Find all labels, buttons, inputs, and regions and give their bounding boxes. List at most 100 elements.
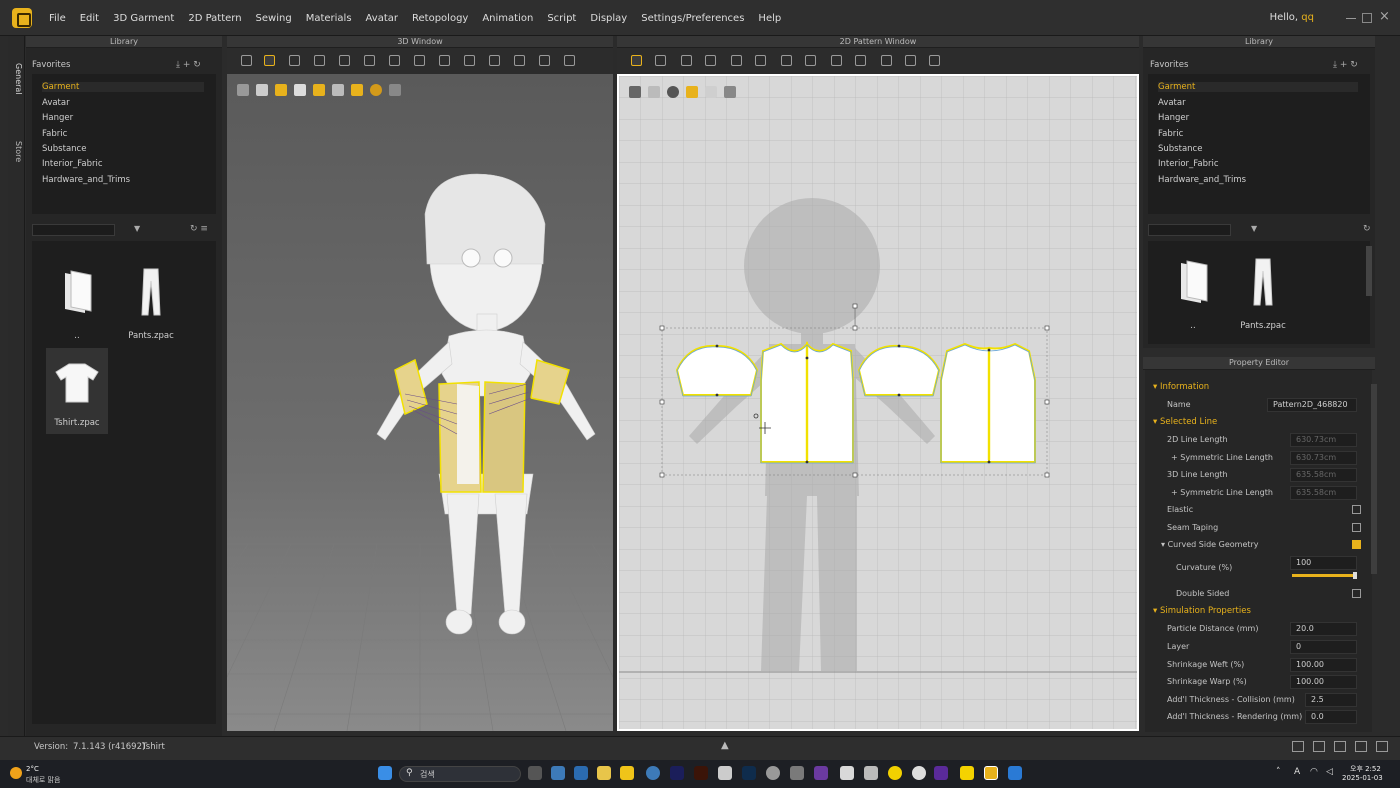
tool-icon[interactable] bbox=[489, 55, 500, 66]
tray-expand-icon[interactable]: ˄ bbox=[1276, 767, 1281, 777]
menu-sewing[interactable]: Sewing bbox=[249, 13, 299, 24]
curved-toggle[interactable]: ▾ Curved Side Geometry bbox=[1161, 540, 1259, 549]
layout-single-icon[interactable] bbox=[1292, 741, 1304, 752]
minimize-icon[interactable] bbox=[1346, 18, 1356, 19]
layout-custom-icon[interactable] bbox=[1376, 741, 1388, 752]
file-item-parent[interactable]: .. bbox=[1162, 251, 1224, 337]
file-item-parent[interactable]: .. bbox=[46, 261, 108, 347]
refresh-icon[interactable]: ↻ bbox=[1363, 224, 1371, 234]
skin-icon[interactable] bbox=[351, 84, 363, 96]
export-icon[interactable] bbox=[724, 86, 736, 98]
weather-icon[interactable] bbox=[10, 767, 22, 779]
curvature-field[interactable]: 100 bbox=[1290, 556, 1357, 570]
file-browser-scrollbar[interactable] bbox=[1366, 246, 1372, 296]
pattern-tool-icon[interactable] bbox=[781, 55, 792, 66]
pattern-tool-icon[interactable] bbox=[831, 55, 842, 66]
layout-split-icon[interactable] bbox=[1313, 741, 1325, 752]
tree-item-hardware-trims[interactable]: Hardware_and_Trims bbox=[42, 175, 130, 185]
elastic-checkbox[interactable] bbox=[1352, 505, 1361, 514]
app-icon[interactable] bbox=[840, 766, 854, 780]
clock-date[interactable]: 2025-01-03 bbox=[1342, 774, 1383, 782]
tool-icon[interactable] bbox=[314, 55, 325, 66]
app-icon[interactable] bbox=[888, 766, 902, 780]
view-icon[interactable] bbox=[237, 84, 249, 96]
section-information[interactable]: ▾ Information bbox=[1153, 382, 1209, 392]
app-icon[interactable] bbox=[864, 766, 878, 780]
tool-icon[interactable] bbox=[439, 55, 450, 66]
tab-general[interactable]: General bbox=[10, 54, 23, 104]
pattern-tool-icon[interactable] bbox=[705, 55, 716, 66]
pattern-tool-icon[interactable] bbox=[905, 55, 916, 66]
thickness-collision-field[interactable]: 2.5 bbox=[1305, 693, 1357, 707]
ruler-icon[interactable] bbox=[629, 86, 641, 98]
photoshop-icon[interactable] bbox=[742, 766, 756, 780]
taskbar-search[interactable]: ⚲ 검색 bbox=[399, 766, 521, 782]
favorites-actions-icon[interactable]: ⤓ + ↻ bbox=[1333, 60, 1358, 70]
lighting-icon[interactable] bbox=[332, 84, 344, 96]
menu-avatar[interactable]: Avatar bbox=[359, 13, 405, 24]
app-icon[interactable] bbox=[1008, 766, 1022, 780]
layer-field[interactable]: 0 bbox=[1290, 640, 1357, 654]
grain-icon[interactable] bbox=[667, 86, 679, 98]
seam-taping-checkbox[interactable] bbox=[1352, 523, 1361, 532]
tool-icon[interactable] bbox=[364, 55, 375, 66]
menu-edit[interactable]: Edit bbox=[73, 13, 106, 24]
tool-icon[interactable] bbox=[339, 55, 350, 66]
menu-display[interactable]: Display bbox=[583, 13, 634, 24]
expand-up-icon[interactable]: ▲ bbox=[721, 740, 729, 751]
curvature-slider-handle[interactable] bbox=[1353, 572, 1357, 579]
clo-logo-icon[interactable] bbox=[12, 8, 32, 28]
pattern-tool-icon[interactable] bbox=[731, 55, 742, 66]
thickness-rendering-field[interactable]: 0.0 bbox=[1305, 710, 1357, 724]
transform-icon[interactable] bbox=[264, 55, 275, 66]
window2d-canvas[interactable] bbox=[617, 74, 1139, 731]
section-selected-line[interactable]: ▾ Selected Line bbox=[1153, 417, 1217, 427]
chevron-down-icon[interactable]: ▼ bbox=[134, 224, 140, 233]
chevron-down-icon[interactable]: ▼ bbox=[1251, 224, 1257, 233]
tree-item-hanger[interactable]: Hanger bbox=[42, 113, 73, 123]
tree-item-garment[interactable]: Garment bbox=[1158, 82, 1358, 92]
illustrator-icon[interactable] bbox=[694, 766, 708, 780]
menu-3d-garment[interactable]: 3D Garment bbox=[106, 13, 181, 24]
tree-item-interior-fabric[interactable]: Interior_Fabric bbox=[42, 159, 103, 169]
menu-retopology[interactable]: Retopology bbox=[405, 13, 475, 24]
menu-materials[interactable]: Materials bbox=[299, 13, 359, 24]
app-icon[interactable] bbox=[766, 766, 780, 780]
particle-distance-field[interactable]: 20.0 bbox=[1290, 622, 1357, 636]
volume-icon[interactable]: ◁ bbox=[1326, 767, 1333, 777]
name-field[interactable]: Pattern2D_468820 bbox=[1267, 398, 1357, 412]
clock-time[interactable]: 오후 2:52 bbox=[1350, 764, 1381, 774]
tree-item-interior-fabric[interactable]: Interior_Fabric bbox=[1158, 159, 1219, 169]
menu-2d-pattern[interactable]: 2D Pattern bbox=[181, 13, 248, 24]
tree-item-fabric[interactable]: Fabric bbox=[1158, 129, 1183, 139]
input-method-icon[interactable]: A bbox=[1294, 767, 1300, 777]
pattern-tool-icon[interactable] bbox=[855, 55, 866, 66]
pattern-tool-icon[interactable] bbox=[805, 55, 816, 66]
section-simulation[interactable]: ▾ Simulation Properties bbox=[1153, 606, 1251, 616]
tree-item-fabric[interactable]: Fabric bbox=[42, 129, 67, 139]
tab-store[interactable]: Store bbox=[10, 132, 23, 172]
pattern-tool-icon[interactable] bbox=[681, 55, 692, 66]
tool-icon[interactable] bbox=[414, 55, 425, 66]
shrinkage-warp-field[interactable]: 100.00 bbox=[1290, 675, 1357, 689]
tree-item-garment[interactable]: Garment bbox=[42, 82, 204, 92]
tree-item-avatar[interactable]: Avatar bbox=[1158, 98, 1186, 108]
after-effects-icon[interactable] bbox=[670, 766, 684, 780]
kakaotalk-icon[interactable] bbox=[960, 766, 974, 780]
menu-file[interactable]: File bbox=[42, 13, 73, 24]
edit-point-icon[interactable] bbox=[655, 55, 666, 66]
app-icon[interactable] bbox=[620, 766, 634, 780]
tool-icon[interactable] bbox=[564, 55, 575, 66]
browser-icon[interactable] bbox=[646, 766, 660, 780]
copy-icon[interactable] bbox=[705, 86, 717, 98]
tree-item-hanger[interactable]: Hanger bbox=[1158, 113, 1189, 123]
menu-animation[interactable]: Animation bbox=[475, 13, 540, 24]
file-explorer-icon[interactable] bbox=[597, 766, 611, 780]
file-item-pants[interactable]: Pants.zpac bbox=[120, 261, 182, 347]
user-greeting[interactable]: Hello, qq bbox=[1270, 12, 1314, 23]
favorites-actions-icon[interactable]: ⤓ + ↻ bbox=[176, 60, 201, 70]
export-icon[interactable] bbox=[389, 84, 401, 96]
app-icon[interactable] bbox=[574, 766, 588, 780]
clo-taskbar-icon[interactable] bbox=[984, 766, 998, 780]
library-path-field[interactable] bbox=[32, 224, 115, 236]
